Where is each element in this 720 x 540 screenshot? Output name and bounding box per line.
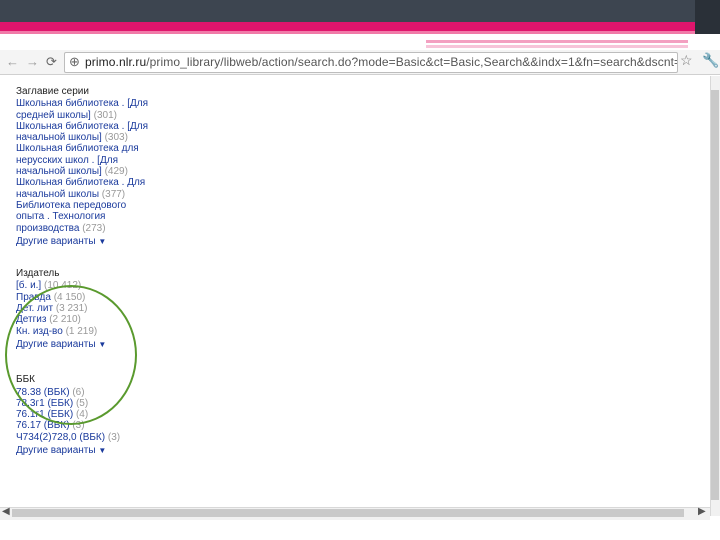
forward-arrow-icon[interactable]: → (26, 53, 39, 71)
globe-icon: ⊕ (69, 54, 80, 69)
wrench-icon[interactable]: 🔧 (702, 52, 719, 69)
bookmark-star-icon[interactable]: ☆ (680, 52, 693, 69)
scroll-right-arrow-icon[interactable]: ▶ (698, 506, 706, 517)
slide-header-band (0, 0, 720, 22)
chevron-down-icon: ▼ (98, 236, 107, 246)
slide-accent-stripe-light (426, 45, 688, 48)
reload-icon[interactable]: ⟳ (46, 53, 57, 71)
facet-item[interactable]: Школьная библиотека . [Для начальной шко… (16, 121, 156, 144)
url-text: primo.nlr.ru/primo_library/libweb/action… (85, 55, 678, 69)
facet-title: Заглавие серии (16, 86, 89, 97)
scroll-left-arrow-icon[interactable]: ◀ (2, 506, 10, 517)
more-options-link[interactable]: Другие варианты ▼ (16, 445, 156, 456)
highlight-circle (5, 285, 137, 425)
slide-accent-band (0, 22, 720, 31)
slide-accent-band-light (0, 31, 720, 34)
facet-item[interactable]: Библиотека передового опыта . Технология… (16, 200, 156, 234)
back-arrow-icon[interactable]: ← (6, 53, 19, 71)
slide-accent-stripe (426, 40, 688, 43)
facet-title: Издатель (16, 268, 60, 280)
facet-item[interactable]: Ч734(2)728,0 (ВБК) (3) (16, 432, 156, 443)
slide-corner-block (695, 0, 720, 34)
address-bar[interactable]: ⊕ primo.nlr.ru/primo_library/libweb/acti… (64, 52, 678, 73)
browser-toolbar: ← → ⟳ ⊕ primo.nlr.ru/primo_library/libwe… (0, 50, 720, 75)
facet-group-series: Заглавие серии Школьная библиотека . [Дл… (16, 86, 156, 247)
facet-item[interactable]: Школьная библиотека . Для начальной школ… (16, 177, 156, 200)
facet-item[interactable]: Школьная библиотека для нерусских школ .… (16, 143, 156, 177)
more-options-link[interactable]: Другие варианты ▼ (16, 236, 156, 247)
chevron-down-icon: ▼ (98, 446, 107, 456)
vertical-scrollbar-thumb[interactable] (711, 90, 719, 500)
horizontal-scrollbar-thumb[interactable] (12, 509, 684, 517)
facet-item[interactable]: Школьная библиотека . [Для средней школы… (16, 98, 156, 121)
